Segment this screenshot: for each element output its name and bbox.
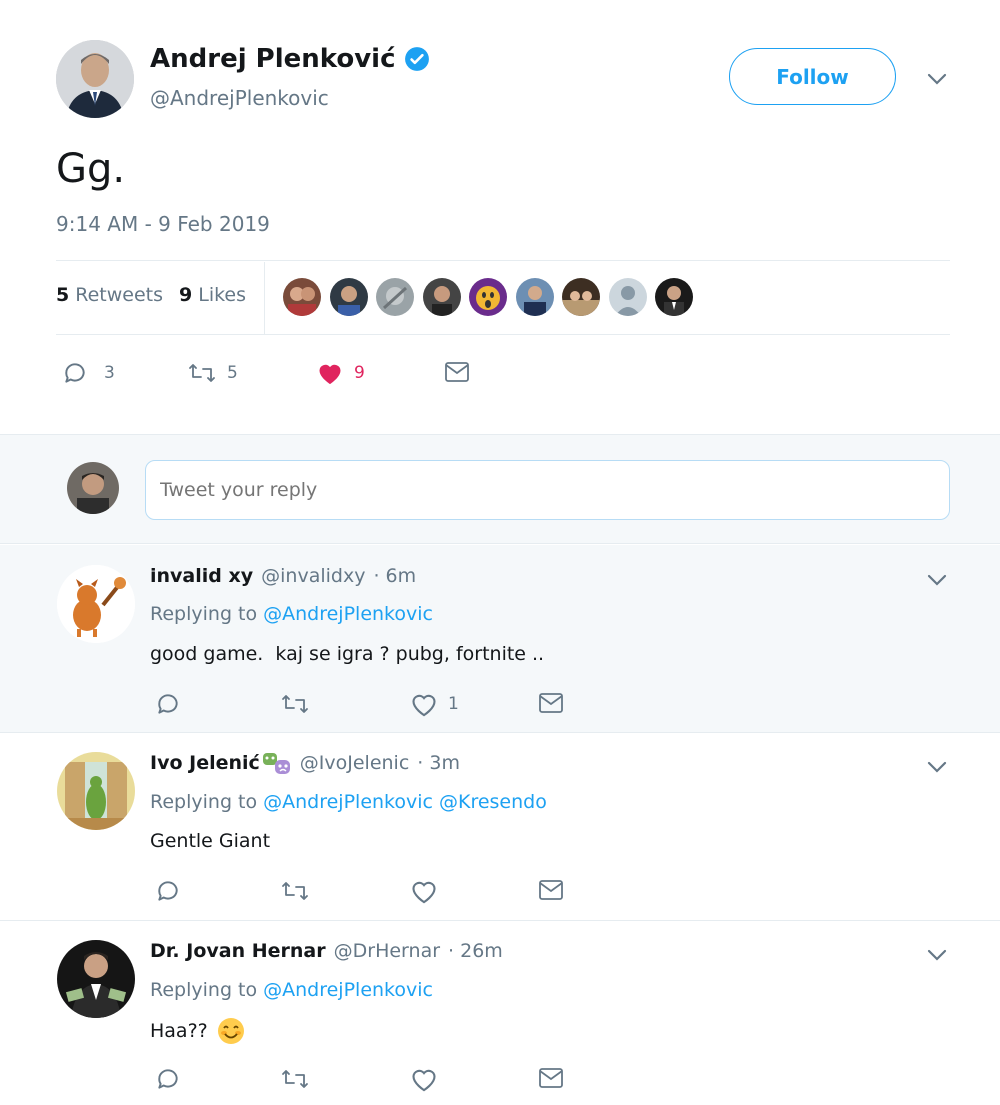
retweet-action[interactable]: 5 xyxy=(187,360,238,386)
retweet-icon xyxy=(280,691,310,717)
heart-filled-icon xyxy=(316,360,344,386)
verified-badge-icon xyxy=(404,46,430,72)
reply-tweet[interactable]: Ivo Jelenić @IvoJelenic · 3m Replying to… xyxy=(0,734,1000,921)
message-action[interactable] xyxy=(443,360,471,384)
reply-input[interactable] xyxy=(145,460,950,520)
likes-stat[interactable]: 9 Likes xyxy=(179,284,246,306)
retweets-stat[interactable]: 5 Retweets xyxy=(56,284,163,306)
reply-icon xyxy=(62,360,88,386)
retweet-count: 5 xyxy=(227,363,238,383)
reply-time[interactable]: · 3m xyxy=(417,752,460,774)
reply-avatar[interactable] xyxy=(57,752,135,830)
reply-author-name[interactable]: Dr. Jovan Hernar xyxy=(150,940,326,962)
likers-avatars xyxy=(283,278,693,316)
reply-author-name[interactable]: Ivo Jelenić xyxy=(150,752,260,774)
likes-count: 9 xyxy=(179,284,193,306)
liker-avatar[interactable] xyxy=(562,278,600,316)
retweet-icon xyxy=(280,878,310,904)
heart-icon xyxy=(410,1066,438,1092)
reply-count: 3 xyxy=(104,363,115,383)
author-avatar[interactable] xyxy=(56,40,134,118)
envelope-icon xyxy=(537,691,565,715)
message-action[interactable] xyxy=(537,878,565,902)
likes-label: Likes xyxy=(198,284,247,306)
chevron-down-icon[interactable] xyxy=(926,571,948,589)
heart-icon xyxy=(410,691,438,717)
reply-composer xyxy=(0,434,1000,544)
tweet-stats: 5 Retweets 9 Likes xyxy=(56,284,246,306)
reply-action[interactable] xyxy=(155,1066,181,1092)
author-name[interactable]: Andrej Plenković xyxy=(150,44,396,74)
tweet-timestamp[interactable]: 9:14 AM - 9 Feb 2019 xyxy=(56,212,270,236)
replying-to-label: Replying to xyxy=(150,979,258,1001)
replying-to: Replying to @AndrejPlenkovic xyxy=(150,979,433,1001)
reply-time[interactable]: · 6m xyxy=(373,565,416,587)
replying-to-label: Replying to xyxy=(150,791,258,813)
liker-avatar[interactable] xyxy=(329,278,368,316)
replying-to: Replying to @AndrejPlenkovic @Kresendo xyxy=(150,791,547,813)
reply-author-name[interactable]: invalid xy xyxy=(150,565,253,587)
heart-icon xyxy=(410,878,438,904)
reply-time[interactable]: · 26m xyxy=(448,940,503,962)
retweets-count: 5 xyxy=(56,284,70,306)
reply-tweet[interactable]: invalid xy @invalidxy · 6m Replying to @… xyxy=(0,545,1000,733)
reply-tweet[interactable]: Dr. Jovan Hernar @DrHernar · 26m Replyin… xyxy=(0,922,1000,1105)
retweet-action[interactable] xyxy=(280,691,310,717)
reply-text: Gentle Giant xyxy=(150,830,271,852)
replying-to-label: Replying to xyxy=(150,603,258,625)
reply-avatar[interactable] xyxy=(57,565,135,643)
follow-label: Follow xyxy=(776,64,849,89)
like-count: 1 xyxy=(448,694,459,714)
chevron-down-icon[interactable] xyxy=(926,946,948,964)
like-action[interactable]: 9 xyxy=(316,360,365,386)
reply-icon xyxy=(155,878,181,904)
reply-author-handle[interactable]: @IvoJelenic xyxy=(300,752,410,774)
like-action[interactable] xyxy=(410,1066,438,1092)
replying-to: Replying to @AndrejPlenkovic xyxy=(150,603,433,625)
message-action[interactable] xyxy=(537,691,565,715)
like-action[interactable] xyxy=(410,878,438,904)
like-count: 9 xyxy=(354,363,365,383)
retweets-label: Retweets xyxy=(75,284,163,306)
reply-icon xyxy=(155,691,181,717)
liker-avatar[interactable] xyxy=(422,278,461,316)
author-handle[interactable]: @AndrejPlenkovic xyxy=(150,86,329,110)
reply-action[interactable]: 3 xyxy=(62,360,115,386)
reply-action[interactable] xyxy=(155,878,181,904)
theater-masks-icon xyxy=(262,752,292,778)
mention-link[interactable]: @Kresendo xyxy=(439,791,547,813)
message-action[interactable] xyxy=(537,1066,565,1090)
reply-icon xyxy=(155,1066,181,1092)
reply-text: good game. kaj se igra ? pubg, fortnite … xyxy=(150,643,545,665)
mention-link[interactable]: @AndrejPlenkovic xyxy=(263,979,433,1001)
mention-link[interactable]: @AndrejPlenkovic xyxy=(263,791,433,813)
reply-avatar[interactable] xyxy=(57,940,135,1018)
envelope-icon xyxy=(537,1066,565,1090)
retweet-icon xyxy=(187,360,217,386)
liker-avatar[interactable] xyxy=(515,278,554,316)
liker-avatar[interactable] xyxy=(283,278,321,316)
retweet-icon xyxy=(280,1066,310,1092)
envelope-icon xyxy=(537,878,565,902)
retweet-action[interactable] xyxy=(280,878,310,904)
chevron-down-icon[interactable] xyxy=(926,70,948,88)
liker-avatar[interactable] xyxy=(469,278,507,316)
follow-button[interactable]: Follow xyxy=(729,48,896,105)
liker-avatar[interactable] xyxy=(608,278,647,316)
reply-author-handle[interactable]: @invalidxy xyxy=(261,565,365,587)
envelope-icon xyxy=(443,360,471,384)
like-action[interactable]: 1 xyxy=(410,691,459,717)
current-user-avatar[interactable] xyxy=(67,462,119,514)
smiling-face-emoji-icon xyxy=(216,1016,246,1046)
liker-avatar[interactable] xyxy=(376,278,414,316)
reply-author-handle[interactable]: @DrHernar xyxy=(334,940,440,962)
liker-avatar[interactable] xyxy=(655,278,693,316)
chevron-down-icon[interactable] xyxy=(926,758,948,776)
reply-text: Haa?? xyxy=(150,1020,208,1042)
retweet-action[interactable] xyxy=(280,1066,310,1092)
reply-action[interactable] xyxy=(155,691,181,717)
tweet-text: Gg. xyxy=(56,146,126,192)
mention-link[interactable]: @AndrejPlenkovic xyxy=(263,603,433,625)
